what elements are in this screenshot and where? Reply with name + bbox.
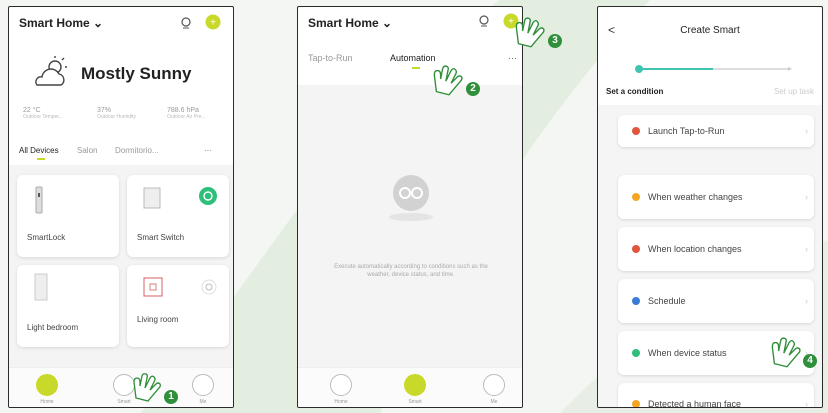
- step-badge: 4: [803, 354, 817, 368]
- svg-text:+: +: [210, 18, 216, 29]
- step-set-condition: Set a condition: [606, 87, 664, 96]
- automation-empty-icon: [389, 175, 433, 221]
- weather-label: Mostly Sunny: [81, 64, 192, 83]
- home-title[interactable]: Smart Home ⌄: [308, 16, 392, 30]
- device-name: Living room: [137, 315, 179, 324]
- sun-icon: [632, 193, 640, 201]
- tab-dormitorio[interactable]: Dormitorio...: [115, 146, 159, 155]
- step-progress: ▸: [635, 64, 792, 73]
- device-name: Light bedroom: [27, 323, 79, 332]
- header: Smart Home ⌄ +: [9, 7, 233, 37]
- step-badge: 3: [548, 34, 562, 48]
- device-card[interactable]: Living room: [127, 265, 229, 347]
- tap-hand-icon: [771, 337, 801, 368]
- more-icon[interactable]: ···: [204, 146, 212, 155]
- tap-hand-icon: [515, 17, 545, 48]
- condition-item[interactable]: Launch Tap-to-Run ›: [618, 115, 814, 147]
- page-title: Create Smart: [680, 25, 740, 36]
- bottom-nav: Home Smart Me: [298, 367, 522, 407]
- device-card[interactable]: SmartLock: [17, 175, 119, 257]
- empty-text: Execute automatically according to condi…: [334, 264, 488, 278]
- home-title[interactable]: Smart Home ⌄: [19, 16, 103, 30]
- clock-icon: [632, 297, 640, 305]
- condition-label: When location changes: [648, 244, 742, 254]
- condition-label: Detected a human face: [648, 399, 742, 408]
- step-badge: 1: [164, 390, 178, 404]
- tab-tap-to-run[interactable]: Tap-to-Run: [308, 53, 353, 63]
- phone-screen-smart: Smart Home ⌄ + Tap-to-Run Automation ···…: [297, 6, 523, 408]
- step-set-up-task: Set up task: [773, 87, 814, 96]
- bottom-nav: Home Smart Me: [9, 367, 233, 407]
- device-name: Smart Switch: [137, 233, 185, 242]
- automation-empty: Execute automatically according to condi…: [298, 85, 522, 367]
- tab-indicator: [37, 158, 45, 160]
- room-tabs: All Devices Salon Dormitorio... ···: [19, 146, 229, 160]
- tap-hand-icon: [133, 373, 161, 402]
- nav-home-label: Home: [334, 399, 348, 405]
- power-toggle-icon[interactable]: [201, 279, 217, 295]
- tap-hand-icon: [433, 65, 463, 96]
- nav-smart-label: Smart: [408, 399, 422, 405]
- smart-tabs: Tap-to-Run Automation ···: [308, 53, 518, 69]
- socket-icon: [143, 277, 163, 297]
- camera-icon[interactable]: [478, 15, 490, 27]
- camera-icon[interactable]: [180, 17, 192, 29]
- add-icon[interactable]: +: [205, 14, 221, 30]
- device-card[interactable]: Light bedroom: [17, 265, 119, 347]
- weather-sun-cloud-icon: [35, 56, 67, 86]
- location-icon: [632, 245, 640, 253]
- condition-item[interactable]: When location changes ›: [618, 227, 814, 271]
- phone-screen-home: Smart Home ⌄ + Mostly Sunny 22 °C Outdoor…: [8, 6, 234, 408]
- nav-me-icon[interactable]: [483, 374, 505, 396]
- header: Smart Home ⌄ +: [298, 7, 522, 37]
- nav-me-label: Me: [490, 399, 498, 405]
- stat-value: 22 °C: [23, 107, 41, 114]
- condition-label: When weather changes: [648, 192, 743, 202]
- light-icon: [34, 273, 48, 301]
- stat-label: Outdoor Humidity: [97, 114, 136, 120]
- condition-item[interactable]: When weather changes ›: [618, 175, 814, 219]
- condition-label: Launch Tap-to-Run: [648, 126, 725, 136]
- nav-me-icon[interactable]: [192, 374, 214, 396]
- stat-value: 788.6 hPa: [167, 107, 199, 114]
- tab-salon[interactable]: Salon: [77, 146, 97, 155]
- nav-home-label: Home: [40, 399, 54, 405]
- stat-value: 37%: [97, 107, 112, 114]
- tab-indicator: [412, 67, 420, 69]
- nav-home-icon[interactable]: [36, 374, 58, 396]
- switch-icon: [143, 187, 161, 209]
- step-badge: 2: [466, 82, 480, 96]
- nav-smart-icon[interactable]: [404, 374, 426, 396]
- nav-me-label: Me: [199, 399, 207, 405]
- lock-icon: [35, 186, 43, 214]
- condition-item[interactable]: Detected a human face ›: [618, 383, 814, 408]
- condition-label: Schedule: [648, 296, 686, 306]
- face-icon: [632, 400, 640, 407]
- tab-all-devices[interactable]: All Devices: [19, 146, 59, 155]
- condition-item[interactable]: Schedule ›: [618, 279, 814, 323]
- power-toggle-icon[interactable]: [199, 187, 217, 205]
- nav-home-icon[interactable]: [330, 374, 352, 396]
- device-icon: [632, 349, 640, 357]
- stat-label: Outdoor Air Pre...: [167, 114, 206, 120]
- device-name: SmartLock: [27, 233, 66, 242]
- stat-label: Outdoor Temper...: [23, 114, 63, 120]
- more-icon[interactable]: ···: [508, 53, 517, 63]
- hand-icon: [632, 127, 640, 135]
- device-card[interactable]: Smart Switch: [127, 175, 229, 257]
